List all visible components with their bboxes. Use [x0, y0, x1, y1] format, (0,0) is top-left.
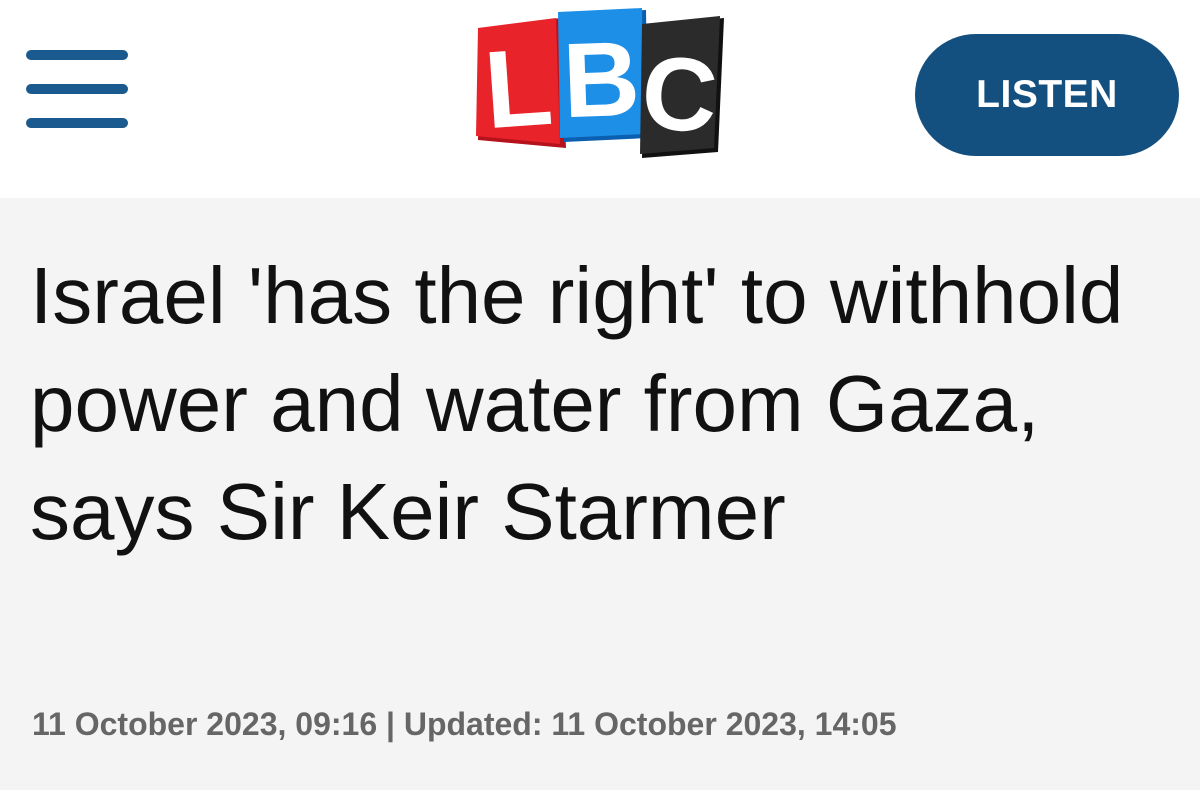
published-date: 11 October 2023, 09:16 — [32, 706, 378, 742]
logo-letter-c: C — [638, 35, 721, 156]
dateline-separator: | — [386, 706, 395, 742]
article-header: Israel 'has the right' to withhold power… — [0, 198, 1200, 790]
hamburger-menu-icon[interactable] — [26, 48, 130, 130]
menu-bar — [26, 50, 128, 60]
article-dateline: 11 October 2023, 09:16 | Updated: 11 Oct… — [32, 706, 897, 743]
article-headline: Israel 'has the right' to withhold power… — [30, 251, 1124, 556]
logo-letter-l-block: L — [476, 18, 566, 152]
menu-bar — [26, 118, 128, 128]
updated-label: Updated: — [403, 706, 543, 742]
logo-letter-b-block: B — [558, 8, 648, 142]
listen-button[interactable]: LISTEN — [915, 34, 1179, 156]
logo-letter-c-block: C — [638, 16, 724, 158]
logo-letter-l: L — [481, 25, 557, 152]
updated-date: 11 October 2023, 14:05 — [551, 706, 897, 742]
logo-letter-b: B — [561, 20, 642, 141]
lbc-logo[interactable]: L B C — [474, 8, 726, 158]
site-header: L B C LISTEN — [0, 0, 1200, 198]
menu-bar — [26, 84, 128, 94]
